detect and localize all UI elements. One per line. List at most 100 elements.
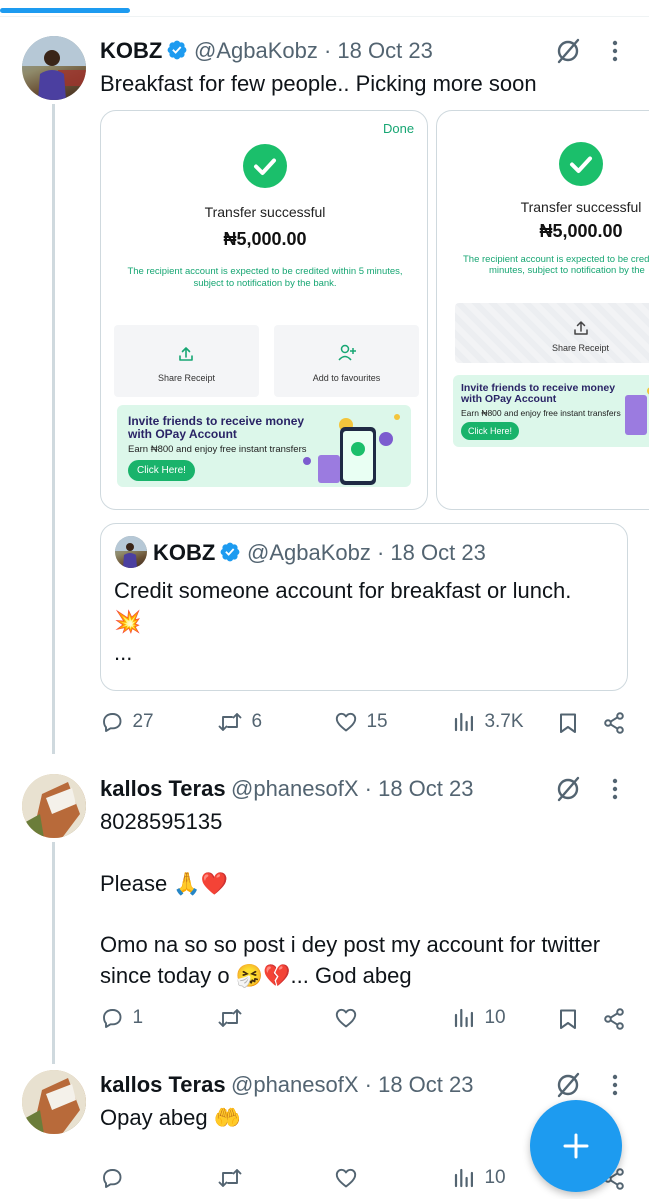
views-button[interactable]: 10 — [452, 1166, 506, 1190]
promo-click-button: Click Here! — [128, 460, 195, 481]
verified-badge-icon — [167, 40, 187, 60]
share-icon[interactable] — [602, 1007, 626, 1031]
promo-title-line2: with OPay Account — [461, 393, 557, 405]
repost-icon — [218, 713, 242, 731]
tweet-text-line1: 8028595135 — [100, 809, 223, 834]
author-handle[interactable]: @phanesofX — [231, 776, 359, 801]
upload-icon — [574, 321, 588, 335]
promo-subtitle: Earn ₦800 and enjoy free instant transfe… — [461, 408, 621, 418]
views-button[interactable]: 3.7K — [452, 710, 524, 734]
more-vertical-icon[interactable] — [608, 777, 622, 801]
avatar[interactable] — [22, 1070, 86, 1134]
verified-badge-icon — [220, 542, 240, 562]
repost-button[interactable]: 6 — [217, 710, 262, 734]
heart-icon — [335, 1168, 357, 1188]
receipt-done-label: Done — [383, 121, 415, 136]
add-favourites-tile: Add to favourites — [274, 325, 419, 397]
tweet-actions: 27 6 15 3.7K — [100, 708, 630, 740]
quoted-handle-date: @AgbaKobz · 18 Oct 23 — [247, 540, 486, 566]
reply-button[interactable]: 27 — [100, 710, 154, 734]
quoted-tweet[interactable]: KOBZ @AgbaKobz · 18 Oct 23 Credit someon… — [100, 523, 628, 691]
handle-date: @phanesofX · 18 Oct 23 — [231, 776, 474, 802]
avatar-photo — [115, 536, 147, 568]
tweet-text: Opay abeg 🤲 — [100, 1105, 242, 1130]
views-count: 10 — [484, 1167, 506, 1188]
share-receipt-tile: Share Receipt — [455, 303, 649, 363]
receipt-status: Transfer successful — [520, 199, 642, 215]
opay-phone-illustration — [625, 387, 649, 435]
receipt-note-line2: minutes, subject to notification by the — [489, 265, 645, 276]
success-check-icon — [243, 144, 287, 188]
avatar[interactable] — [22, 36, 86, 100]
tweet-date[interactable]: · 18 Oct 23 — [365, 1072, 474, 1097]
share-icon[interactable] — [602, 711, 626, 735]
reply-button[interactable]: 1 — [100, 1006, 143, 1030]
bookmark-icon[interactable] — [556, 711, 580, 735]
views-icon — [454, 712, 473, 732]
receipt-amount: ₦5,000.00 — [539, 221, 623, 241]
more-vertical-icon[interactable] — [608, 39, 622, 63]
reply-icon — [103, 713, 122, 732]
media-image-receipt[interactable]: Transfer successful ₦5,000.00 The recipi… — [436, 110, 649, 510]
media-image-receipt[interactable]: Done Transfer successful ₦5,000.00 The r… — [100, 110, 428, 510]
avatar — [115, 536, 147, 568]
handle-date: @AgbaKobz · 18 Oct 23 — [194, 38, 433, 64]
reply-icon — [103, 1169, 122, 1188]
quoted-tweet-text-line1: Credit someone account for breakfast or … — [114, 578, 572, 603]
top-divider — [0, 16, 649, 17]
views-icon — [454, 1168, 473, 1188]
thread-line — [52, 104, 55, 754]
repost-button[interactable] — [217, 1166, 243, 1190]
grok-icon[interactable] — [554, 1071, 582, 1099]
like-count: 15 — [366, 711, 388, 732]
compose-button[interactable] — [530, 1100, 622, 1192]
quoted-tweet-text-line3: ... — [114, 640, 133, 665]
heart-icon — [335, 712, 357, 732]
like-button[interactable] — [334, 1166, 358, 1190]
tweet-text: Breakfast for few people.. Picking more … — [100, 71, 537, 96]
views-count: 10 — [484, 1007, 506, 1028]
opay-promo-banner: Invite friends to receive money with OPa… — [453, 375, 649, 447]
views-icon — [454, 1008, 473, 1028]
grok-icon[interactable] — [554, 37, 582, 65]
add-user-icon — [338, 344, 356, 361]
reply-icon — [103, 1009, 122, 1028]
thread-line — [52, 842, 55, 1064]
author-name[interactable]: kallos Teras — [100, 776, 226, 802]
author-name[interactable]: kallos Teras — [100, 1072, 226, 1098]
views-button[interactable]: 10 — [452, 1006, 506, 1030]
author-handle[interactable]: @phanesofX — [231, 1072, 359, 1097]
opay-promo-banner: Invite friends to receive money with OPa… — [117, 405, 411, 487]
avatar[interactable] — [22, 774, 86, 838]
bookmark-icon[interactable] — [556, 1007, 580, 1031]
receipt-note-line2: subject to notification by the bank. — [193, 278, 337, 289]
share-receipt-label: Share Receipt — [157, 373, 216, 383]
repost-count: 6 — [251, 711, 263, 732]
author-handle[interactable]: @AgbaKobz — [194, 38, 318, 63]
plus-icon — [563, 1133, 589, 1159]
tweet-date[interactable]: · 18 Oct 23 — [324, 38, 433, 63]
like-button[interactable] — [334, 1006, 358, 1030]
tweet-date[interactable]: · 18 Oct 23 — [365, 776, 474, 801]
heart-icon — [335, 1008, 357, 1028]
repost-icon — [218, 1169, 242, 1187]
promo-title-line2: with OPay Account — [128, 427, 237, 441]
receipt-status: Transfer successful — [204, 204, 326, 220]
quoted-author-name: KOBZ — [153, 540, 216, 565]
like-button[interactable]: 15 — [334, 710, 388, 734]
reply-count: 27 — [132, 711, 154, 732]
repost-icon — [218, 1009, 242, 1027]
upload-icon — [179, 347, 193, 361]
reply-button[interactable] — [100, 1166, 124, 1190]
tweet-text-line3: Omo na so so post i dey post my account … — [100, 932, 601, 957]
quoted-tweet-date: · 18 Oct 23 — [376, 540, 486, 565]
repost-button[interactable] — [217, 1006, 243, 1030]
grok-icon[interactable] — [554, 775, 582, 803]
tweet-text-line4: since today o 🤧💔... God abeg — [100, 963, 412, 988]
tweet-text-line2: Please 🙏❤️ — [100, 871, 229, 896]
add-favourites-label: Add to favourites — [312, 373, 381, 383]
author-name[interactable]: KOBZ — [100, 38, 162, 64]
promo-subtitle: Earn ₦800 and enjoy free instant transfe… — [128, 444, 307, 455]
more-vertical-icon[interactable] — [608, 1073, 622, 1097]
opay-phone-illustration — [303, 414, 400, 485]
